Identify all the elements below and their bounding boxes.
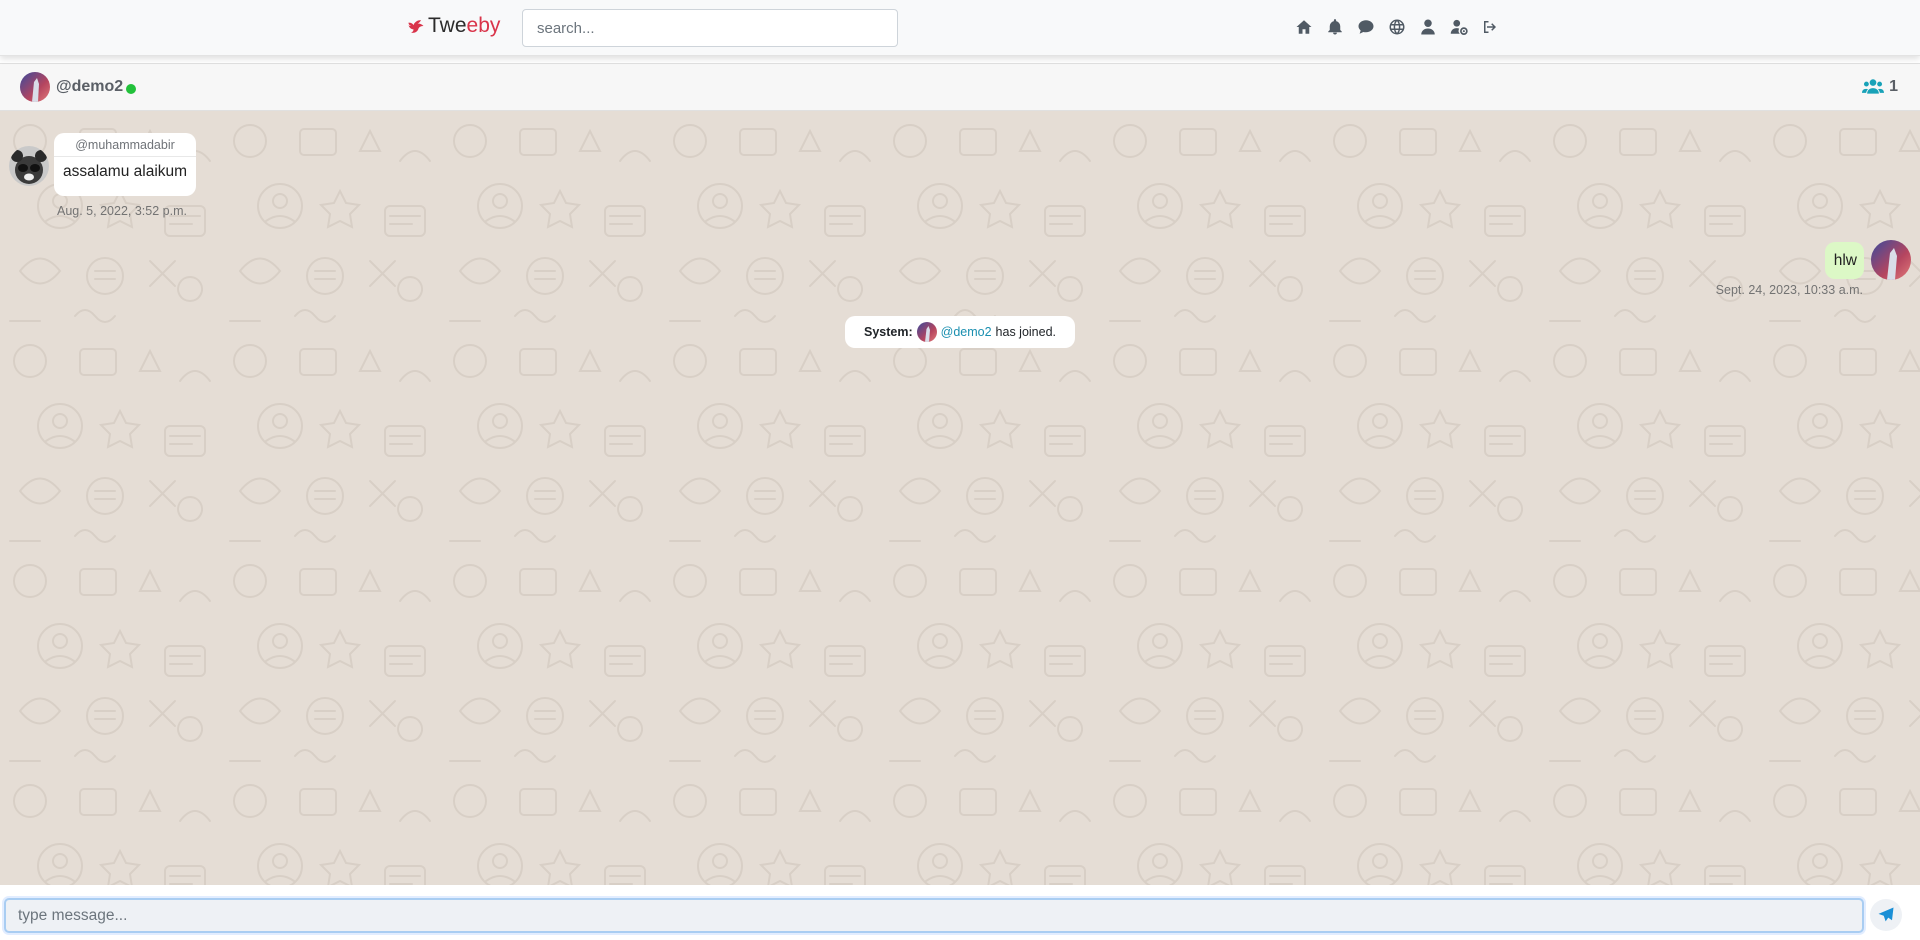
system-user-link[interactable]: @demo2 [941, 325, 992, 339]
user-icon[interactable] [1418, 16, 1438, 38]
system-text: has joined. [995, 325, 1057, 339]
online-status-dot [126, 84, 136, 94]
message-text: assalamu alaikum [63, 163, 188, 180]
avatar [916, 322, 937, 342]
message-composer [0, 885, 1920, 940]
home-icon[interactable] [1294, 16, 1314, 38]
sign-out-icon[interactable] [1480, 16, 1500, 38]
bell-icon[interactable] [1325, 16, 1345, 38]
top-navbar: Twe eby [0, 0, 1920, 56]
message-bubble-outgoing: hlw [1824, 242, 1864, 279]
message-timestamp: Sept. 24, 2023, 10:33 a.m. [1715, 283, 1863, 297]
chat-messages-area[interactable]: @muhammadabir assalamu alaikum Aug. 5, 2… [0, 111, 1920, 885]
brand-logo[interactable]: Twe eby [406, 14, 500, 38]
chat-background-pattern [0, 111, 1920, 885]
members-count: 1 [1889, 78, 1898, 95]
system-message: System: @demo2 has joined. [845, 316, 1075, 348]
nav-icon-bar [1294, 16, 1500, 38]
paper-plane-icon [1878, 907, 1894, 922]
user-cog-icon[interactable] [1449, 16, 1469, 38]
chat-header: @demo2 1 [0, 63, 1920, 111]
message-bubble-incoming: @muhammadabir assalamu alaikum [54, 133, 196, 196]
message-timestamp: Aug. 5, 2022, 3:52 p.m. [57, 204, 187, 218]
avatar[interactable] [1871, 240, 1911, 280]
bird-logo-icon [408, 20, 424, 33]
brand-name-part2: eby [466, 14, 501, 37]
system-label: System: [863, 325, 913, 339]
message-input[interactable] [4, 898, 1864, 933]
message-sender[interactable]: @muhammadabir [54, 133, 196, 157]
avatar[interactable] [9, 146, 49, 186]
send-button[interactable] [1870, 899, 1902, 931]
search-input[interactable] [522, 9, 898, 47]
avatar[interactable] [20, 72, 50, 102]
message-text: hlw [1833, 252, 1857, 269]
chat-username[interactable]: @demo2 [56, 78, 123, 96]
users-icon [1862, 79, 1885, 94]
members-count-button[interactable]: 1 [1862, 78, 1898, 96]
brand-name-part1: Twe [428, 14, 467, 37]
globe-icon[interactable] [1387, 16, 1407, 38]
comment-icon[interactable] [1356, 16, 1376, 38]
